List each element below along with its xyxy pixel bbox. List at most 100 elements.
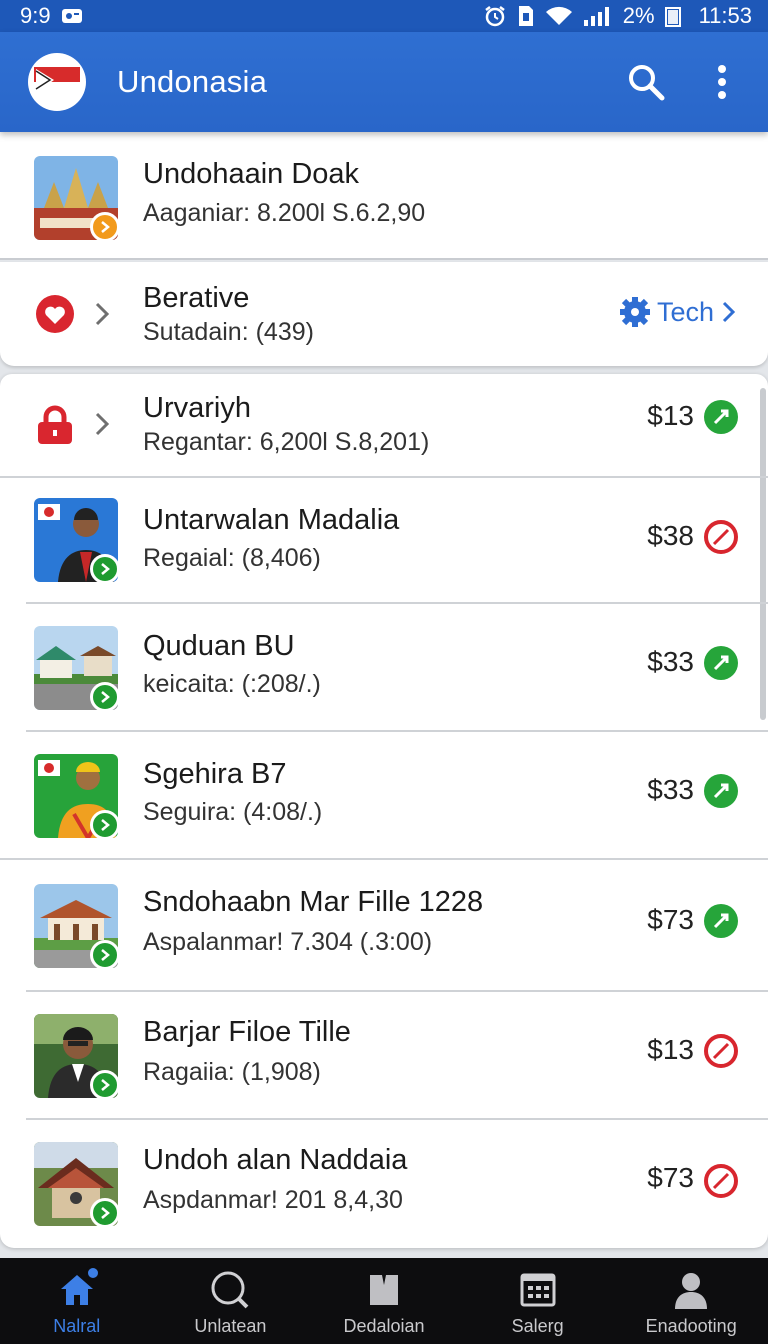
chevron-right-icon — [722, 301, 736, 323]
list-item[interactable]: Sndohaabn Mar Fille 1228 Aspalanmar! 7.3… — [0, 860, 768, 990]
bookmark-icon — [368, 1270, 400, 1310]
list-item[interactable]: Sgehira B7 Seguira: (4:08/.) $33 — [0, 732, 768, 858]
item-thumbnail — [34, 754, 118, 838]
item-title: Sgehira B7 — [143, 758, 287, 790]
item-badge — [90, 554, 118, 582]
nav-label: Enadooting — [645, 1316, 737, 1336]
item-thumbnail — [34, 884, 118, 968]
nav-label: Dedaloian — [343, 1316, 425, 1336]
calendar-icon — [520, 1270, 556, 1310]
status-cancel-icon — [704, 1164, 738, 1198]
featured-title: Undohaain Doak — [143, 158, 360, 190]
item-subtitle: Seguira: (4:08/.) — [143, 798, 323, 826]
sim-icon — [517, 4, 535, 28]
heart-icon — [34, 293, 76, 335]
notification-dot — [86, 1266, 100, 1280]
item-price: $38 — [647, 520, 694, 551]
item-badge — [90, 1070, 118, 1098]
item-subtitle: Aspalanmar! 7.304 (.3:00) — [143, 928, 433, 956]
chevron-right-icon — [92, 410, 112, 438]
list-item[interactable]: Undoh alan Naddaia Aspdanmar! 201 8,4,30… — [0, 1120, 768, 1248]
status-cancel-icon — [704, 520, 738, 554]
nav-label: Salerg — [511, 1316, 564, 1336]
lock-icon — [34, 404, 76, 446]
item-thumbnail — [34, 498, 118, 582]
list-item[interactable]: Barjar Filoe Tille Ragaiia: (1,908) $13 — [0, 992, 768, 1118]
nav-item-profile[interactable]: Enadooting — [614, 1258, 768, 1344]
chevron-right-icon — [101, 1207, 110, 1219]
status-ok-icon — [704, 400, 738, 434]
search-button[interactable] — [622, 58, 670, 106]
item-badge — [90, 1198, 118, 1226]
nav-item-schedule[interactable]: Salerg — [461, 1258, 615, 1344]
list-item[interactable]: Quduan BU keicaita: (:208/.) $33 — [0, 604, 768, 730]
overflow-menu-button[interactable] — [698, 58, 746, 106]
status-time-left: 9:9 — [20, 3, 51, 28]
nav-item-home[interactable]: Nalral — [0, 1258, 154, 1344]
nav-item-bookmarks[interactable]: Dedaloian — [307, 1258, 461, 1344]
item-price: $33 — [647, 774, 694, 805]
chevron-right-icon — [92, 300, 112, 328]
app-bar: Undonasia — [0, 32, 768, 132]
featured-card[interactable]: Undohaain Doak Aaganiar: 8.200l S.6.2,90 — [0, 132, 768, 260]
item-title: Urvariyh — [143, 392, 251, 424]
item-badge — [90, 940, 118, 968]
nav-item-search[interactable]: Unlatean — [154, 1258, 308, 1344]
item-title: Barjar Filoe Tille — [143, 1016, 351, 1048]
wifi-icon — [545, 5, 573, 27]
item-thumbnail — [34, 1142, 118, 1226]
battery-icon — [664, 5, 681, 27]
list-item[interactable]: Untarwalan Madalia Regaial: (8,406) $38 — [0, 478, 768, 602]
item-title: Sndohaabn Mar Fille 1228 — [143, 886, 484, 918]
nav-label: Nalral — [53, 1316, 101, 1336]
featured-subtitle: Aaganiar: 8.200l S.6.2,90 — [143, 199, 426, 227]
chevron-right-icon — [101, 949, 110, 961]
status-cancel-icon — [704, 1034, 738, 1068]
status-ok-icon — [704, 774, 738, 808]
item-subtitle: Ragaiia: (1,908) — [143, 1058, 321, 1086]
app-title: Undonasia — [117, 64, 268, 99]
item-title: Quduan BU — [143, 630, 295, 662]
item-badge — [90, 682, 118, 710]
tech-link[interactable]: Tech — [619, 296, 736, 328]
item-price: $33 — [647, 646, 694, 677]
chevron-right-icon — [101, 221, 110, 233]
search-icon — [210, 1270, 250, 1310]
item-thumbnail — [34, 626, 118, 710]
featured-thumbnail — [34, 156, 118, 240]
gear-icon — [619, 297, 650, 327]
item-subtitle: Aspdanmar! 201 8,4,30 — [143, 1186, 403, 1214]
battery-percent: 2% — [622, 3, 655, 28]
item-price: $73 — [647, 1162, 694, 1193]
list-item[interactable]: Urvariyh Regantar: 6,200l S.8,201) $13 — [0, 374, 768, 476]
flag-logo-icon — [34, 67, 80, 97]
item-thumbnail — [34, 1014, 118, 1098]
status-clock: 11:53 — [698, 3, 752, 28]
chevron-right-icon — [101, 1079, 110, 1091]
item-subtitle: keicaita: (:208/.) — [143, 670, 321, 698]
alarm-icon — [483, 4, 507, 28]
bottom-navigation: Nalral Unlatean Dedaloian Salerg Enadoot… — [0, 1258, 768, 1344]
status-ok-icon — [704, 904, 738, 938]
item-subtitle: Regantar: 6,200l S.8,201) — [143, 428, 430, 456]
item-title: Untarwalan Madalia — [143, 504, 400, 536]
tech-link-label: Tech — [656, 296, 714, 327]
category-title: Berative — [143, 282, 250, 314]
signal-icon — [583, 5, 613, 27]
featured-badge — [90, 212, 118, 240]
chevron-right-icon — [101, 563, 110, 575]
app-screen: 9:9 2% 11:53 Undonasia Undohaain Doak Aa… — [0, 0, 768, 1344]
nav-label: Unlatean — [194, 1316, 267, 1336]
notification-icon — [61, 7, 83, 25]
app-logo[interactable] — [28, 53, 86, 111]
chevron-right-icon — [101, 691, 110, 703]
more-vert-icon — [718, 65, 726, 99]
item-list: Urvariyh Regantar: 6,200l S.8,201) $13 U… — [0, 374, 768, 1248]
item-title: Undoh alan Naddaia — [143, 1144, 408, 1176]
category-subtitle: Sutadain: (439) — [143, 318, 314, 346]
item-subtitle: Regaial: (8,406) — [143, 544, 321, 572]
category-card[interactable]: Berative Sutadain: (439) Tech — [0, 262, 768, 366]
person-icon — [673, 1270, 709, 1310]
item-badge — [90, 810, 118, 838]
chevron-right-icon — [101, 819, 110, 831]
